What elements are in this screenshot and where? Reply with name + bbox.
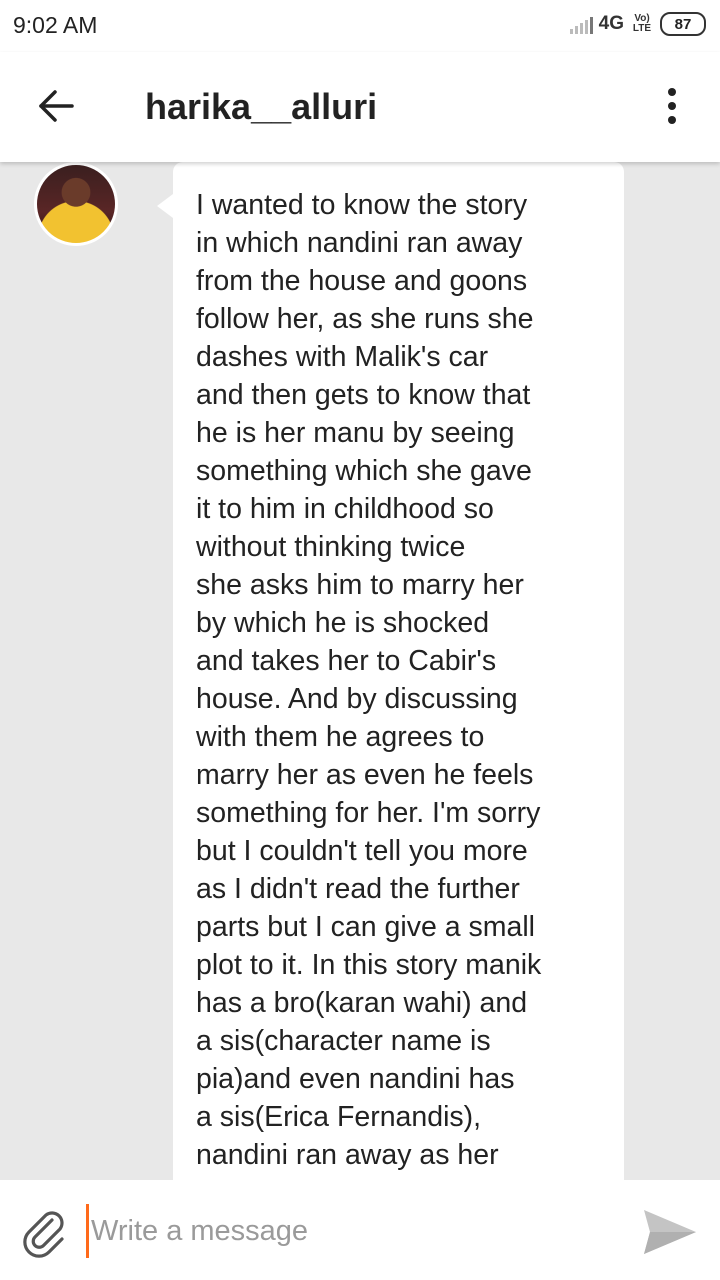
message-text: I wanted to know the story in which nand… [196, 189, 542, 1171]
signal-icon [569, 14, 593, 34]
paperclip-icon[interactable] [18, 1206, 70, 1258]
message-bubble[interactable]: I wanted to know the story in which nand… [157, 162, 624, 1180]
status-time: 9:02 AM [13, 12, 98, 38]
back-arrow-icon[interactable] [36, 86, 76, 126]
send-icon[interactable] [640, 1206, 698, 1258]
message-composer [0, 1180, 720, 1280]
battery-icon: 87 [660, 12, 706, 36]
volte-label: Vo) LTE [632, 13, 652, 34]
more-options-icon[interactable] [660, 88, 684, 128]
message-input[interactable] [86, 1204, 623, 1258]
network-type: 4G [598, 13, 624, 34]
message-list[interactable]: I wanted to know the story in which nand… [0, 162, 720, 1180]
status-bar: 9:02 AM 4G Vo) LTE 87 [0, 0, 720, 52]
chat-title: harika__alluri [145, 86, 378, 127]
app-bar: harika__alluri [0, 52, 720, 162]
status-indicators: 4G Vo) LTE 87 [569, 12, 706, 36]
avatar[interactable] [34, 162, 118, 246]
